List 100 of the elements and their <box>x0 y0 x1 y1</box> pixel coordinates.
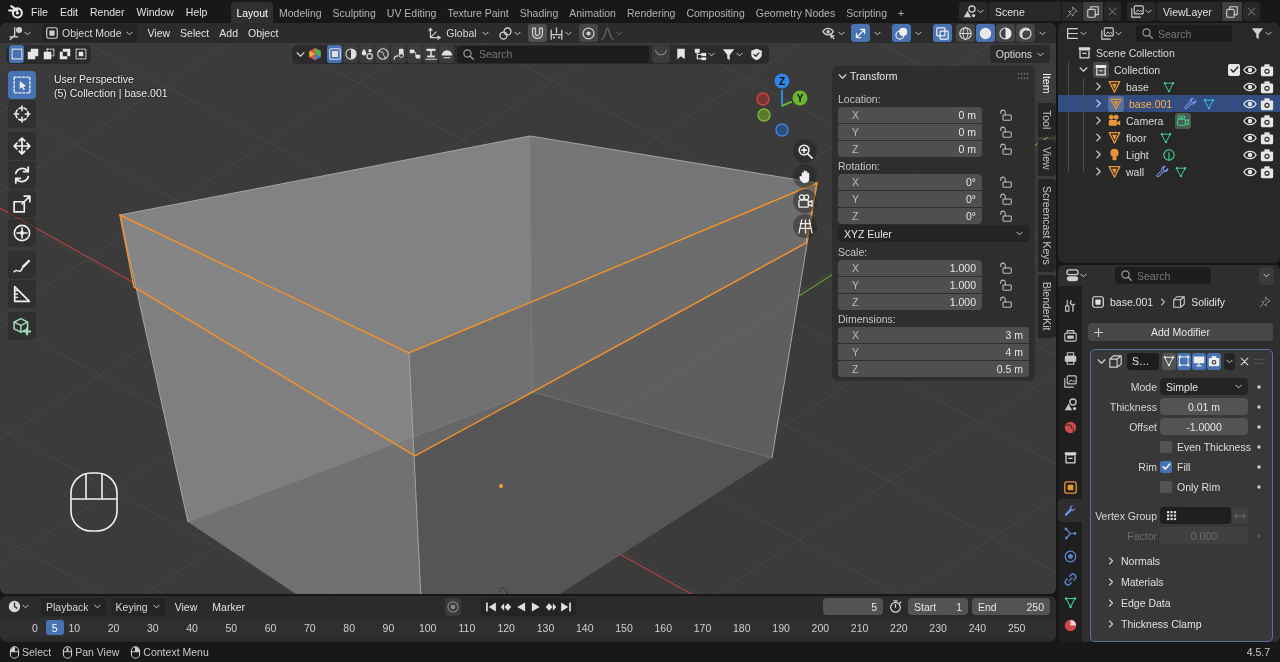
select-mode-button[interactable] <box>73 45 88 63</box>
checkbox[interactable] <box>1160 460 1172 473</box>
modifier-toggle[interactable] <box>1162 352 1176 370</box>
menu-item[interactable]: Render <box>84 2 131 21</box>
number-field[interactable]: Y 4 m <box>838 344 1029 360</box>
axis-handle[interactable]: Z <box>774 73 790 89</box>
checkbox[interactable] <box>1228 63 1240 76</box>
chevron-right-icon[interactable] <box>1093 116 1103 125</box>
workspace-tab[interactable]: Modeling <box>273 2 327 23</box>
snap-toggle[interactable] <box>527 24 547 42</box>
caret-icon[interactable] <box>838 71 847 81</box>
vertex-group-field[interactable] <box>1160 507 1231 524</box>
tool-button[interactable] <box>8 161 36 189</box>
camera-icon[interactable] <box>1260 147 1274 162</box>
xray-toggle[interactable] <box>933 24 952 42</box>
camera-view-button[interactable] <box>793 189 817 213</box>
camera-icon[interactable] <box>1260 62 1274 77</box>
panel-title[interactable]: Transform <box>850 70 1014 82</box>
workspace-tab[interactable]: Shading <box>514 2 564 23</box>
dot-icon[interactable] <box>1257 464 1261 469</box>
gizmo-toggle[interactable] <box>851 24 870 42</box>
menu-item[interactable]: Window <box>130 2 180 21</box>
padlock-open-icon[interactable] <box>999 296 1012 308</box>
zoom-button[interactable] <box>793 139 817 163</box>
axis-ring-icon[interactable] <box>756 92 770 106</box>
tool-button[interactable] <box>8 219 36 247</box>
padlock-open-icon[interactable] <box>999 210 1012 222</box>
mode-dropdown[interactable]: Object Mode <box>42 24 137 42</box>
options-dropdown[interactable]: Options <box>989 45 1050 63</box>
add-workspace-button[interactable]: + <box>893 2 910 23</box>
sidebar-tab[interactable]: View <box>1038 139 1056 177</box>
modifier-toggle[interactable] <box>1177 352 1191 370</box>
modifier-toggle[interactable] <box>1192 352 1206 370</box>
caret-icon[interactable] <box>1097 356 1106 366</box>
workspace-tab[interactable]: Texture Paint <box>442 2 514 23</box>
orientation-dropdown[interactable]: Global <box>425 24 492 42</box>
camera-icon[interactable] <box>1260 113 1274 128</box>
auto-keying-toggle[interactable] <box>445 597 462 616</box>
editor-type-button[interactable] <box>6 24 34 42</box>
search-field[interactable]: Search <box>1115 267 1211 284</box>
menu-item[interactable]: Marker <box>207 597 250 616</box>
number-field[interactable]: X 1.000 <box>838 260 982 276</box>
padlock-open-icon[interactable] <box>999 109 1012 121</box>
subpanel-header[interactable]: Materials <box>1091 573 1267 591</box>
workspace-tab[interactable]: Animation <box>564 2 621 23</box>
number-field[interactable]: X 3 m <box>838 327 1029 343</box>
frame-range-field[interactable]: End 250 <box>972 598 1050 615</box>
workspace-tab[interactable]: Compositing <box>681 2 750 23</box>
checkbox[interactable] <box>1160 440 1172 453</box>
sidebar-tab[interactable]: BlenderKit <box>1038 275 1056 338</box>
number-field[interactable]: -1.0000 <box>1160 418 1248 435</box>
outliner-row[interactable]: base <box>1058 78 1280 95</box>
menu-dropdown[interactable]: Playback <box>41 597 106 616</box>
current-frame-field[interactable]: 5 <box>823 598 883 615</box>
outliner-row[interactable]: floor <box>1058 129 1280 146</box>
copy-button[interactable] <box>1222 2 1242 21</box>
caret-icon[interactable] <box>296 49 305 59</box>
padlock-open-icon[interactable] <box>999 262 1012 274</box>
options-button[interactable] <box>1259 266 1274 285</box>
workspace-tab[interactable]: UV Editing <box>381 2 442 23</box>
workspace-tab[interactable]: Sculpting <box>327 2 381 23</box>
scene-name-field[interactable]: Scene <box>989 2 1061 21</box>
menu-item[interactable]: Select <box>175 24 215 42</box>
number-field[interactable]: X 0 m <box>838 107 982 123</box>
playhead[interactable]: 5 <box>45 620 64 635</box>
dot-icon[interactable] <box>1257 384 1261 389</box>
camera-icon[interactable] <box>1260 164 1274 179</box>
outliner-row[interactable]: Scene Collection <box>1058 44 1280 61</box>
workspace-tab[interactable]: Scripting <box>841 2 892 23</box>
shading-button[interactable] <box>976 24 995 42</box>
sidebar-tab[interactable]: Screencast Keys <box>1038 179 1056 273</box>
wrench-icon[interactable] <box>1184 97 1198 110</box>
chevron-right-icon[interactable] <box>1093 82 1103 91</box>
asset-type-button[interactable] <box>391 45 406 63</box>
pivot-dropdown[interactable] <box>496 24 523 42</box>
add-modifier-button[interactable]: Add Modifier <box>1088 323 1273 341</box>
view-layer-name-field[interactable]: ViewLayer <box>1157 2 1221 21</box>
search-field[interactable]: Search <box>1136 25 1232 42</box>
menu-item[interactable]: Add <box>214 24 243 42</box>
menu-item[interactable]: View <box>169 597 203 616</box>
number-field[interactable]: Z 0.5 m <box>838 361 1029 377</box>
dot-icon[interactable] <box>1257 484 1261 489</box>
padlock-open-icon[interactable] <box>999 279 1012 291</box>
tool-button[interactable] <box>8 312 36 340</box>
asset-type-button[interactable] <box>359 45 374 63</box>
color-hexagon-icon[interactable] <box>308 47 322 61</box>
number-field[interactable]: Y 0 m <box>838 124 982 140</box>
subpanel-header[interactable]: Normals <box>1091 552 1267 570</box>
dot-icon[interactable] <box>1257 404 1261 409</box>
asset-type-button[interactable] <box>343 45 358 63</box>
curve-button[interactable] <box>652 45 670 63</box>
shading-button[interactable] <box>1016 24 1035 42</box>
padlock-open-icon[interactable] <box>999 193 1012 205</box>
dot-icon[interactable] <box>1257 424 1261 429</box>
padlock-open-icon[interactable] <box>999 143 1012 155</box>
camera-icon[interactable] <box>1260 96 1274 111</box>
tool-button[interactable] <box>8 100 36 128</box>
subpanel-header[interactable]: Edge Data <box>1091 594 1267 612</box>
outliner-row[interactable]: Light <box>1058 146 1280 163</box>
dot-icon[interactable] <box>1257 444 1261 449</box>
